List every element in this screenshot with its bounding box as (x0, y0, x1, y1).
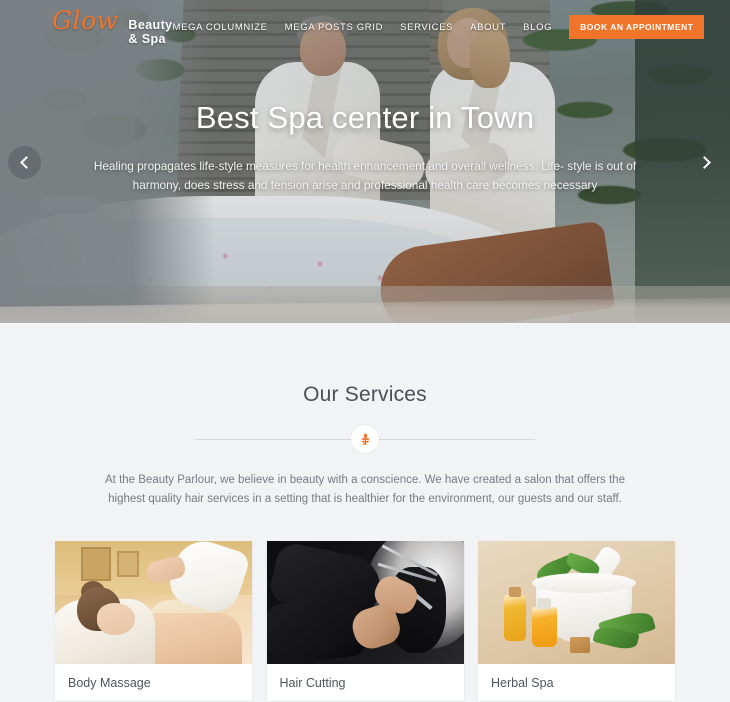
main-navbar: Glow Beauty & Spa MEGA COLUMNIZE MEGA PO… (0, 0, 730, 54)
service-card-body-massage[interactable]: Body Massage (55, 541, 252, 701)
section-divider (195, 425, 535, 453)
service-card-herbal-spa[interactable]: Herbal Spa (478, 541, 675, 701)
nav-item-services[interactable]: SERVICES (400, 22, 453, 33)
services-section: Our Services At the Beauty Parlour, we b… (0, 323, 730, 702)
book-appointment-button[interactable]: BOOK AN APPOINTMENT (569, 15, 705, 39)
chevron-left-icon (19, 156, 33, 169)
services-heading: Our Services (303, 383, 427, 406)
nav-item-mega-posts-grid[interactable]: MEGA POSTS GRID (285, 22, 383, 33)
service-card-thumbnail (266, 541, 464, 664)
hero-copy: Best Spa center in Town Healing propagat… (0, 100, 730, 195)
nav-item-mega-columnize[interactable]: MEGA COLUMNIZE (173, 22, 268, 33)
leaf-icon (360, 432, 370, 445)
hero-slider: Glow Beauty & Spa MEGA COLUMNIZE MEGA PO… (0, 0, 730, 323)
page-root: Glow Beauty & Spa MEGA COLUMNIZE MEGA PO… (0, 0, 730, 702)
brand-logo-text: Glow (52, 6, 119, 35)
hero-title: Best Spa center in Town (195, 100, 535, 135)
nav-item-blog[interactable]: BLOG (523, 22, 552, 33)
service-cards-list: Body Massage Hair Cutting Herbal Spa (55, 541, 675, 701)
service-card-title: Hair Cutting (266, 664, 464, 701)
brand-tagline: Beauty & Spa (128, 18, 173, 46)
nav-item-about[interactable]: ABOUT (470, 22, 506, 33)
service-card-thumbnail (478, 541, 675, 664)
divider-badge (351, 425, 379, 453)
service-card-thumbnail (55, 541, 252, 664)
slider-next-button[interactable] (689, 146, 722, 179)
site-brand[interactable]: Glow Beauty & Spa (52, 8, 173, 46)
hero-subtitle: Healing propagates life-style measures f… (93, 159, 637, 192)
service-card-title: Herbal Spa (478, 664, 675, 701)
chevron-right-icon (697, 156, 711, 169)
slider-prev-button[interactable] (8, 146, 41, 179)
service-card-hair-cutting[interactable]: Hair Cutting (266, 541, 464, 701)
nav-menu: MEGA COLUMNIZE MEGA POSTS GRID SERVICES … (173, 15, 705, 39)
services-description: At the Beauty Parlour, we believe in bea… (105, 474, 625, 505)
service-card-title: Body Massage (55, 664, 252, 701)
